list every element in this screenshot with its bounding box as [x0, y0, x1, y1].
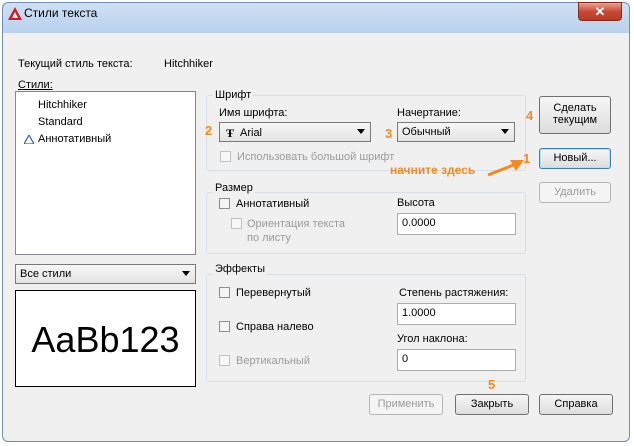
font-name-label: Имя шрифта:	[219, 107, 288, 119]
height-label: Высота	[397, 197, 435, 209]
font-name-select[interactable]: Ŧ Arial	[219, 122, 371, 142]
bigfont-label: Использовать большой шрифт	[237, 151, 395, 163]
annotation-4: 4	[526, 108, 534, 123]
chevron-down-icon	[501, 129, 509, 134]
font-style-label: Начертание:	[397, 107, 461, 119]
styles-label: Стили:	[18, 79, 53, 91]
autocad-app-icon	[8, 7, 22, 20]
annotation-2: 2	[205, 123, 213, 138]
close-icon: ✕	[594, 4, 606, 19]
upside-down-label: Перевернутый	[236, 287, 311, 299]
orient-label-line1: Ориентация текста	[247, 218, 346, 230]
width-factor-input[interactable]: 1.0000	[397, 303, 516, 325]
annotative-icon	[24, 135, 34, 144]
apply-button[interactable]: Применить	[369, 394, 443, 415]
upside-down-checkbox[interactable]	[219, 287, 230, 298]
chevron-down-icon	[357, 129, 365, 134]
size-legend: Размер	[213, 182, 255, 194]
truetype-icon: Ŧ	[226, 126, 235, 140]
oblique-angle-label: Угол наклона:	[397, 333, 468, 345]
set-current-label-line1: Сделать	[553, 102, 597, 114]
font-style-select[interactable]: Обычный	[397, 122, 515, 142]
height-input[interactable]: 0.0000	[397, 213, 516, 235]
style-item-standard[interactable]: Standard	[38, 116, 83, 128]
annotation-5: 5	[488, 377, 496, 392]
orient-checkbox[interactable]	[231, 218, 242, 229]
style-item-annotative[interactable]: Аннотативный	[38, 133, 111, 145]
window-title: Стили текста	[24, 6, 98, 20]
chevron-down-icon	[182, 271, 190, 276]
vertical-label: Вертикальный	[236, 355, 310, 367]
help-button[interactable]: Справка	[539, 394, 613, 415]
current-style-label: Текущий стиль текста:	[18, 58, 133, 70]
style-item-hitchhiker[interactable]: Hitchhiker	[38, 99, 87, 111]
annotative-checkbox[interactable]	[219, 198, 230, 209]
annotative-label: Аннотативный	[236, 198, 310, 210]
oblique-angle-input[interactable]: 0	[397, 349, 516, 371]
current-style-value: Hitchhiker	[164, 58, 213, 70]
backwards-checkbox[interactable]	[219, 321, 230, 332]
font-name-value: Arial	[240, 127, 263, 139]
font-style-value: Обычный	[402, 126, 451, 138]
close-button[interactable]: Закрыть	[455, 394, 529, 415]
styles-filter-select[interactable]: Все стили	[15, 264, 196, 284]
bigfont-checkbox[interactable]	[220, 151, 231, 162]
annotation-3: 3	[385, 126, 393, 141]
close-window-button[interactable]: ✕	[578, 2, 622, 21]
set-current-button[interactable]: Сделать текущим	[539, 96, 611, 134]
new-style-button[interactable]: Новый...	[539, 148, 611, 169]
preview-box: AaBb123	[15, 290, 196, 387]
orient-label-line2: по листу	[247, 232, 291, 244]
effects-legend: Эффекты	[213, 263, 268, 275]
styles-filter-value: Все стили	[20, 268, 72, 280]
styles-list[interactable]: Hitchhiker Standard Аннотативный	[15, 91, 196, 255]
start-here-annotation: начните здесь	[390, 163, 476, 177]
arrow-icon	[487, 160, 524, 177]
vertical-checkbox[interactable]	[219, 355, 230, 366]
preview-text: AaBb123	[31, 319, 180, 360]
font-legend: Шрифт	[213, 89, 254, 101]
delete-style-button[interactable]: Удалить	[539, 182, 611, 203]
width-factor-label: Степень растяжения:	[399, 287, 509, 299]
backwards-label: Справа налево	[236, 321, 314, 333]
set-current-label-line2: текущим	[552, 114, 598, 126]
